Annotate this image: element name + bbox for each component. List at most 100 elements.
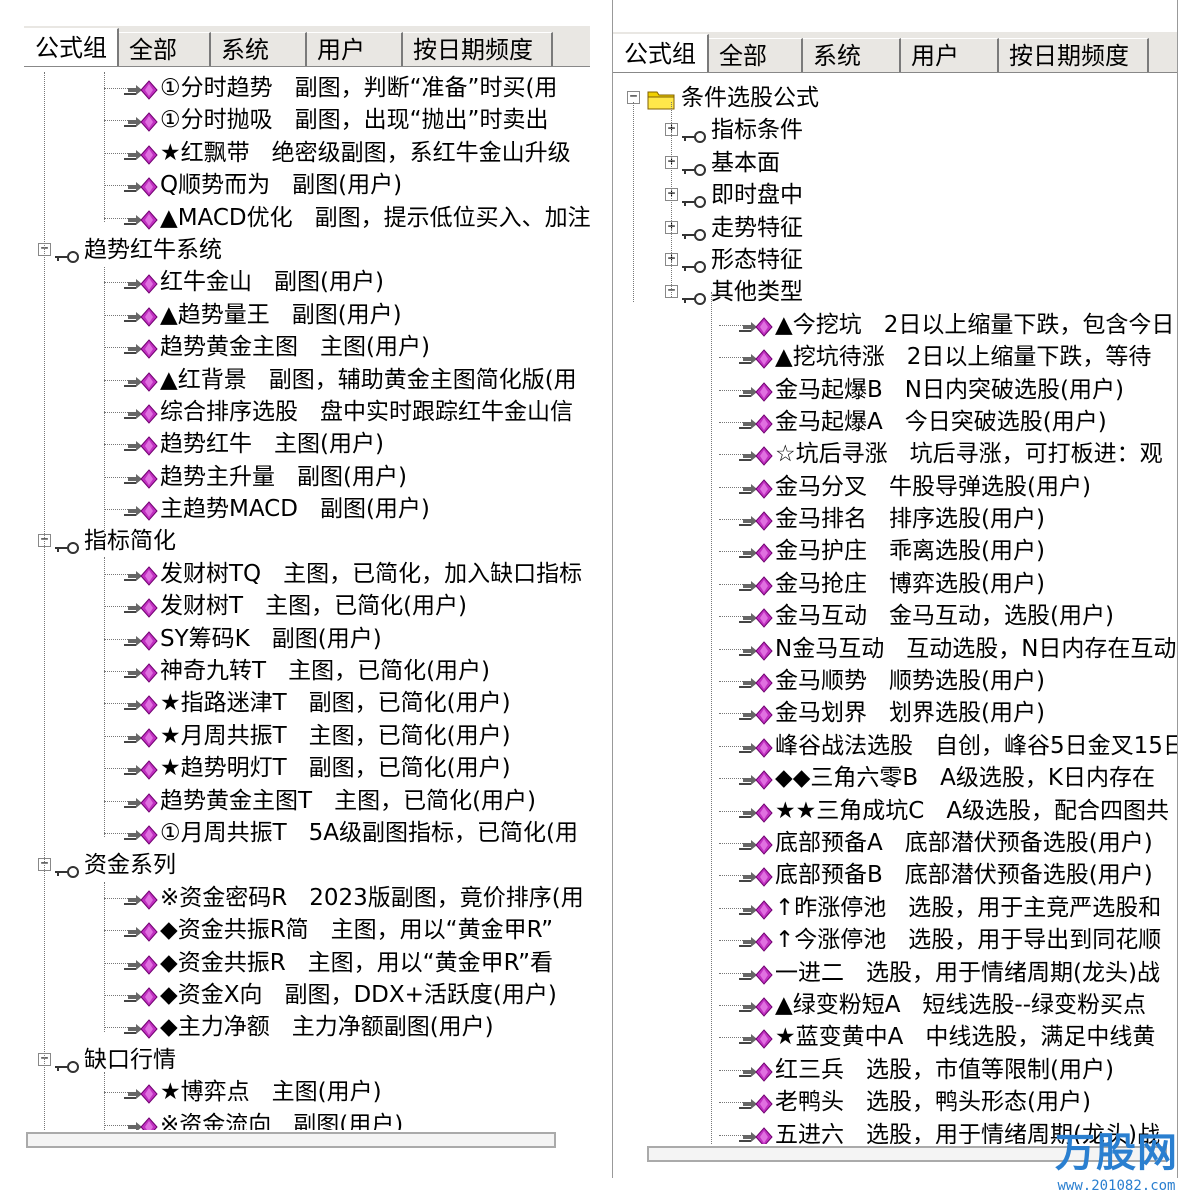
tree-formula-item[interactable]: 金马护庄 乖离选股(用户) <box>613 535 1177 567</box>
left-scrollbar-thumb[interactable] <box>26 1132 556 1148</box>
tree-formula-item[interactable]: ①月周共振T 5A级副图指标，已简化(用 <box>24 817 590 849</box>
tree-formula-item[interactable]: ▲红背景 副图，辅助黄金主图简化版(用 <box>24 364 590 396</box>
tree-guide-line <box>104 267 105 542</box>
tree-item-text: 底部预备A 底部潜伏预备选股(用户) <box>775 827 1153 859</box>
tree-formula-item[interactable]: 金马抢庄 博弈选股(用户) <box>613 568 1177 600</box>
tree-group-node[interactable]: − 缺口行情 <box>24 1044 590 1076</box>
tree-item-text: Q顺势而为 副图(用户) <box>160 169 402 201</box>
tree-formula-item[interactable]: ◆资金共振R简 主图，用以“黄金甲R” <box>24 914 590 946</box>
tree-formula-item[interactable]: ◆主力净额 主力净额副图(用户) <box>24 1011 590 1043</box>
tree-formula-item[interactable]: 金马分叉 牛股导弹选股(用户) <box>613 471 1177 503</box>
formula-name: 趋势黄金主图 <box>160 334 298 361</box>
right-tab-system[interactable]: 系统 <box>803 38 901 72</box>
tree-formula-item[interactable]: ★★三角成坑C A级选股，配合四图共 <box>613 795 1177 827</box>
formula-description: 互动选股，N日内存在互动 <box>906 635 1177 662</box>
right-tab-all[interactable]: 全部 <box>709 38 803 72</box>
tree-formula-item[interactable]: ★博弈点 主图(用户) <box>24 1076 590 1108</box>
formula-name: 发财树T <box>160 593 244 620</box>
tree-item-text: 趋势黄金主图T 主图，已简化(用户) <box>160 785 536 817</box>
tree-formula-item[interactable]: ▲今挖坑 2日以上缩量下跌，包含今日 <box>613 309 1177 341</box>
tree-formula-item[interactable]: 红牛金山 副图(用户) <box>24 266 590 298</box>
tree-formula-item[interactable]: ◆◆三角六零B A级选股，K日内存在 <box>613 762 1177 794</box>
left-tab-system[interactable]: 系统 <box>211 32 307 66</box>
tree-formula-item[interactable]: 发财树T 主图，已简化(用户) <box>24 590 590 622</box>
tree-item-text: 老鸭头 选股，鸭头形态(用户) <box>775 1086 1091 1118</box>
tree-formula-item[interactable]: ★指路迷津T 副图，已简化(用户) <box>24 687 590 719</box>
tree-formula-item[interactable]: 金马起爆B N日内突破选股(用户) <box>613 374 1177 406</box>
tree-item-text: ▲绿变粉短A 短线选股--绿变粉买点 <box>775 989 1146 1021</box>
tree-formula-item[interactable]: 趋势黄金主图 主图(用户) <box>24 331 590 363</box>
left-tab-by-date-frequency[interactable]: 按日期频度 <box>403 32 553 66</box>
tree-formula-item[interactable]: 金马起爆A 今日突破选股(用户) <box>613 406 1177 438</box>
formula-description: 副图，已简化(用户) <box>308 690 511 717</box>
tree-formula-item[interactable]: ↑昨涨停池 选股，用于主竞严选股和 <box>613 892 1177 924</box>
tree-group-node[interactable]: − 趋势红牛系统 <box>24 234 590 266</box>
tree-group-node[interactable]: − 其他类型 <box>613 276 1177 308</box>
tree-formula-item[interactable]: 底部预备B 底部潜伏预备选股(用户) <box>613 859 1177 891</box>
right-tab-user[interactable]: 用户 <box>901 38 999 72</box>
left-horizontal-scrollbar[interactable] <box>24 1130 590 1152</box>
tree-group-node[interactable]: − 指标简化 <box>24 525 590 557</box>
tree-formula-item[interactable]: ※资金密码R 2023版副图，竟价排序(用 <box>24 882 590 914</box>
tree-formula-item[interactable]: ↑今涨停池 选股，用于导出到同花顺 <box>613 924 1177 956</box>
tree-formula-item[interactable]: 金马划界 划界选股(用户) <box>613 697 1177 729</box>
tree-formula-item[interactable]: 老鸭头 选股，鸭头形态(用户) <box>613 1086 1177 1118</box>
tree-formula-item[interactable]: ★月周共振T 主图，已简化(用户) <box>24 720 590 752</box>
formula-description: N日内突破选股(用户) <box>904 376 1124 403</box>
tree-formula-item[interactable]: 趋势主升量 副图(用户) <box>24 461 590 493</box>
formula-description: 乖离选股(用户) <box>889 538 1045 565</box>
left-tab-formula-group[interactable]: 公式组 <box>24 28 119 66</box>
tree-formula-item[interactable]: ①分时趋势 副图，判断“准备”时买(用 <box>24 72 590 104</box>
tree-formula-item[interactable]: SY筹码K 副图(用户) <box>24 623 590 655</box>
tree-formula-item[interactable]: 主趋势MACD 副图(用户) <box>24 493 590 525</box>
tree-formula-item[interactable]: 发财树TQ 主图，已简化，加入缺口指标 <box>24 558 590 590</box>
tree-formula-item[interactable]: ◆资金共振R 主图，用以“黄金甲R”看 <box>24 947 590 979</box>
tree-group-node[interactable]: + 走势特征 <box>613 212 1177 244</box>
formula-name: 金马护庄 <box>775 538 867 565</box>
group-label: 形态特征 <box>711 246 803 273</box>
formula-description: 主图，已简化，加入缺口指标 <box>283 560 583 587</box>
tree-group-node[interactable]: + 即时盘中 <box>613 179 1177 211</box>
left-tab-user[interactable]: 用户 <box>307 32 403 66</box>
tree-formula-item[interactable]: ▲MACD优化 副图，提示低位买入、加注 <box>24 202 590 234</box>
tree-formula-item[interactable]: 金马排名 排序选股(用户) <box>613 503 1177 535</box>
tree-formula-item[interactable]: 金马顺势 顺势选股(用户) <box>613 665 1177 697</box>
tree-formula-item[interactable]: 金马互动 金马互动，选股(用户) <box>613 600 1177 632</box>
tree-item-text: ↑昨涨停池 选股，用于主竞严选股和 <box>775 892 1161 924</box>
tree-formula-item[interactable]: ◆资金X向 副图，DDX+活跃度(用户) <box>24 979 590 1011</box>
tree-formula-item[interactable]: 一进二 选股，用于情绪周期(龙头)战 <box>613 957 1177 989</box>
formula-description: 绝密级副图，系红牛金山升级 <box>271 139 571 166</box>
tree-formula-item[interactable]: ▲绿变粉短A 短线选股--绿变粉买点 <box>613 989 1177 1021</box>
right-tab-formula-group[interactable]: 公式组 <box>613 34 709 72</box>
tree-formula-item[interactable]: N金马互动 互动选股，N日内存在互动 <box>613 633 1177 665</box>
tree-formula-item[interactable]: 红三兵 选股，市值等限制(用户) <box>613 1054 1177 1086</box>
right-formula-panel: 公式组 全部 系统 用户 按日期频度 − 条件选股公式 + 指标条件 + 基本面 + 即时盘中… <box>612 0 1178 1178</box>
tree-formula-item[interactable]: 底部预备A 底部潜伏预备选股(用户) <box>613 827 1177 859</box>
tree-formula-item[interactable]: ▲挖坑待涨 2日以上缩量下跌，等待 <box>613 341 1177 373</box>
formula-diamond-icon <box>737 768 773 790</box>
tree-formula-item[interactable]: ★红飘带 绝密级副图，系红牛金山升级 <box>24 137 590 169</box>
tree-formula-item[interactable]: ★趋势明灯T 副图，已简化(用户) <box>24 752 590 784</box>
tree-formula-item[interactable]: 趋势黄金主图T 主图，已简化(用户) <box>24 785 590 817</box>
tree-formula-item[interactable]: 趋势红牛 主图(用户) <box>24 428 590 460</box>
tree-formula-item[interactable]: ①分时抛吸 副图，出现“抛出”时卖出 <box>24 104 590 136</box>
tree-formula-item[interactable]: ★蓝变黄中A 中线选股，满足中线黄 <box>613 1021 1177 1053</box>
tree-group-node[interactable]: − 资金系列 <box>24 849 590 881</box>
group-key-icon <box>681 284 707 306</box>
tree-formula-item[interactable]: 综合排序选股 盘中实时跟踪红牛金山信 <box>24 396 590 428</box>
tree-formula-item[interactable]: 峰谷战法选股 自创，峰谷5日金叉15日 <box>613 730 1177 762</box>
tree-group-node[interactable]: + 基本面 <box>613 147 1177 179</box>
tree-root-folder[interactable]: − 条件选股公式 <box>613 82 1177 114</box>
left-tab-all[interactable]: 全部 <box>119 32 211 66</box>
tree-formula-item[interactable]: ▲趋势量王 副图(用户) <box>24 299 590 331</box>
tree-group-node[interactable]: + 指标条件 <box>613 114 1177 146</box>
formula-name: 趋势黄金主图T <box>160 787 313 814</box>
formula-diamond-icon <box>737 671 773 693</box>
tree-group-node[interactable]: + 形态特征 <box>613 244 1177 276</box>
tree-formula-item[interactable]: ☆坑后寻涨 坑后寻涨，可打板进：观 <box>613 438 1177 470</box>
tree-formula-item[interactable]: 神奇九转T 主图，已简化(用户) <box>24 655 590 687</box>
tree-formula-item[interactable]: Q顺势而为 副图(用户) <box>24 169 590 201</box>
formula-diamond-icon <box>122 434 158 457</box>
right-tab-by-date-frequency[interactable]: 按日期频度 <box>999 38 1149 72</box>
formula-description: 主图，已简化(用户) <box>334 787 537 814</box>
